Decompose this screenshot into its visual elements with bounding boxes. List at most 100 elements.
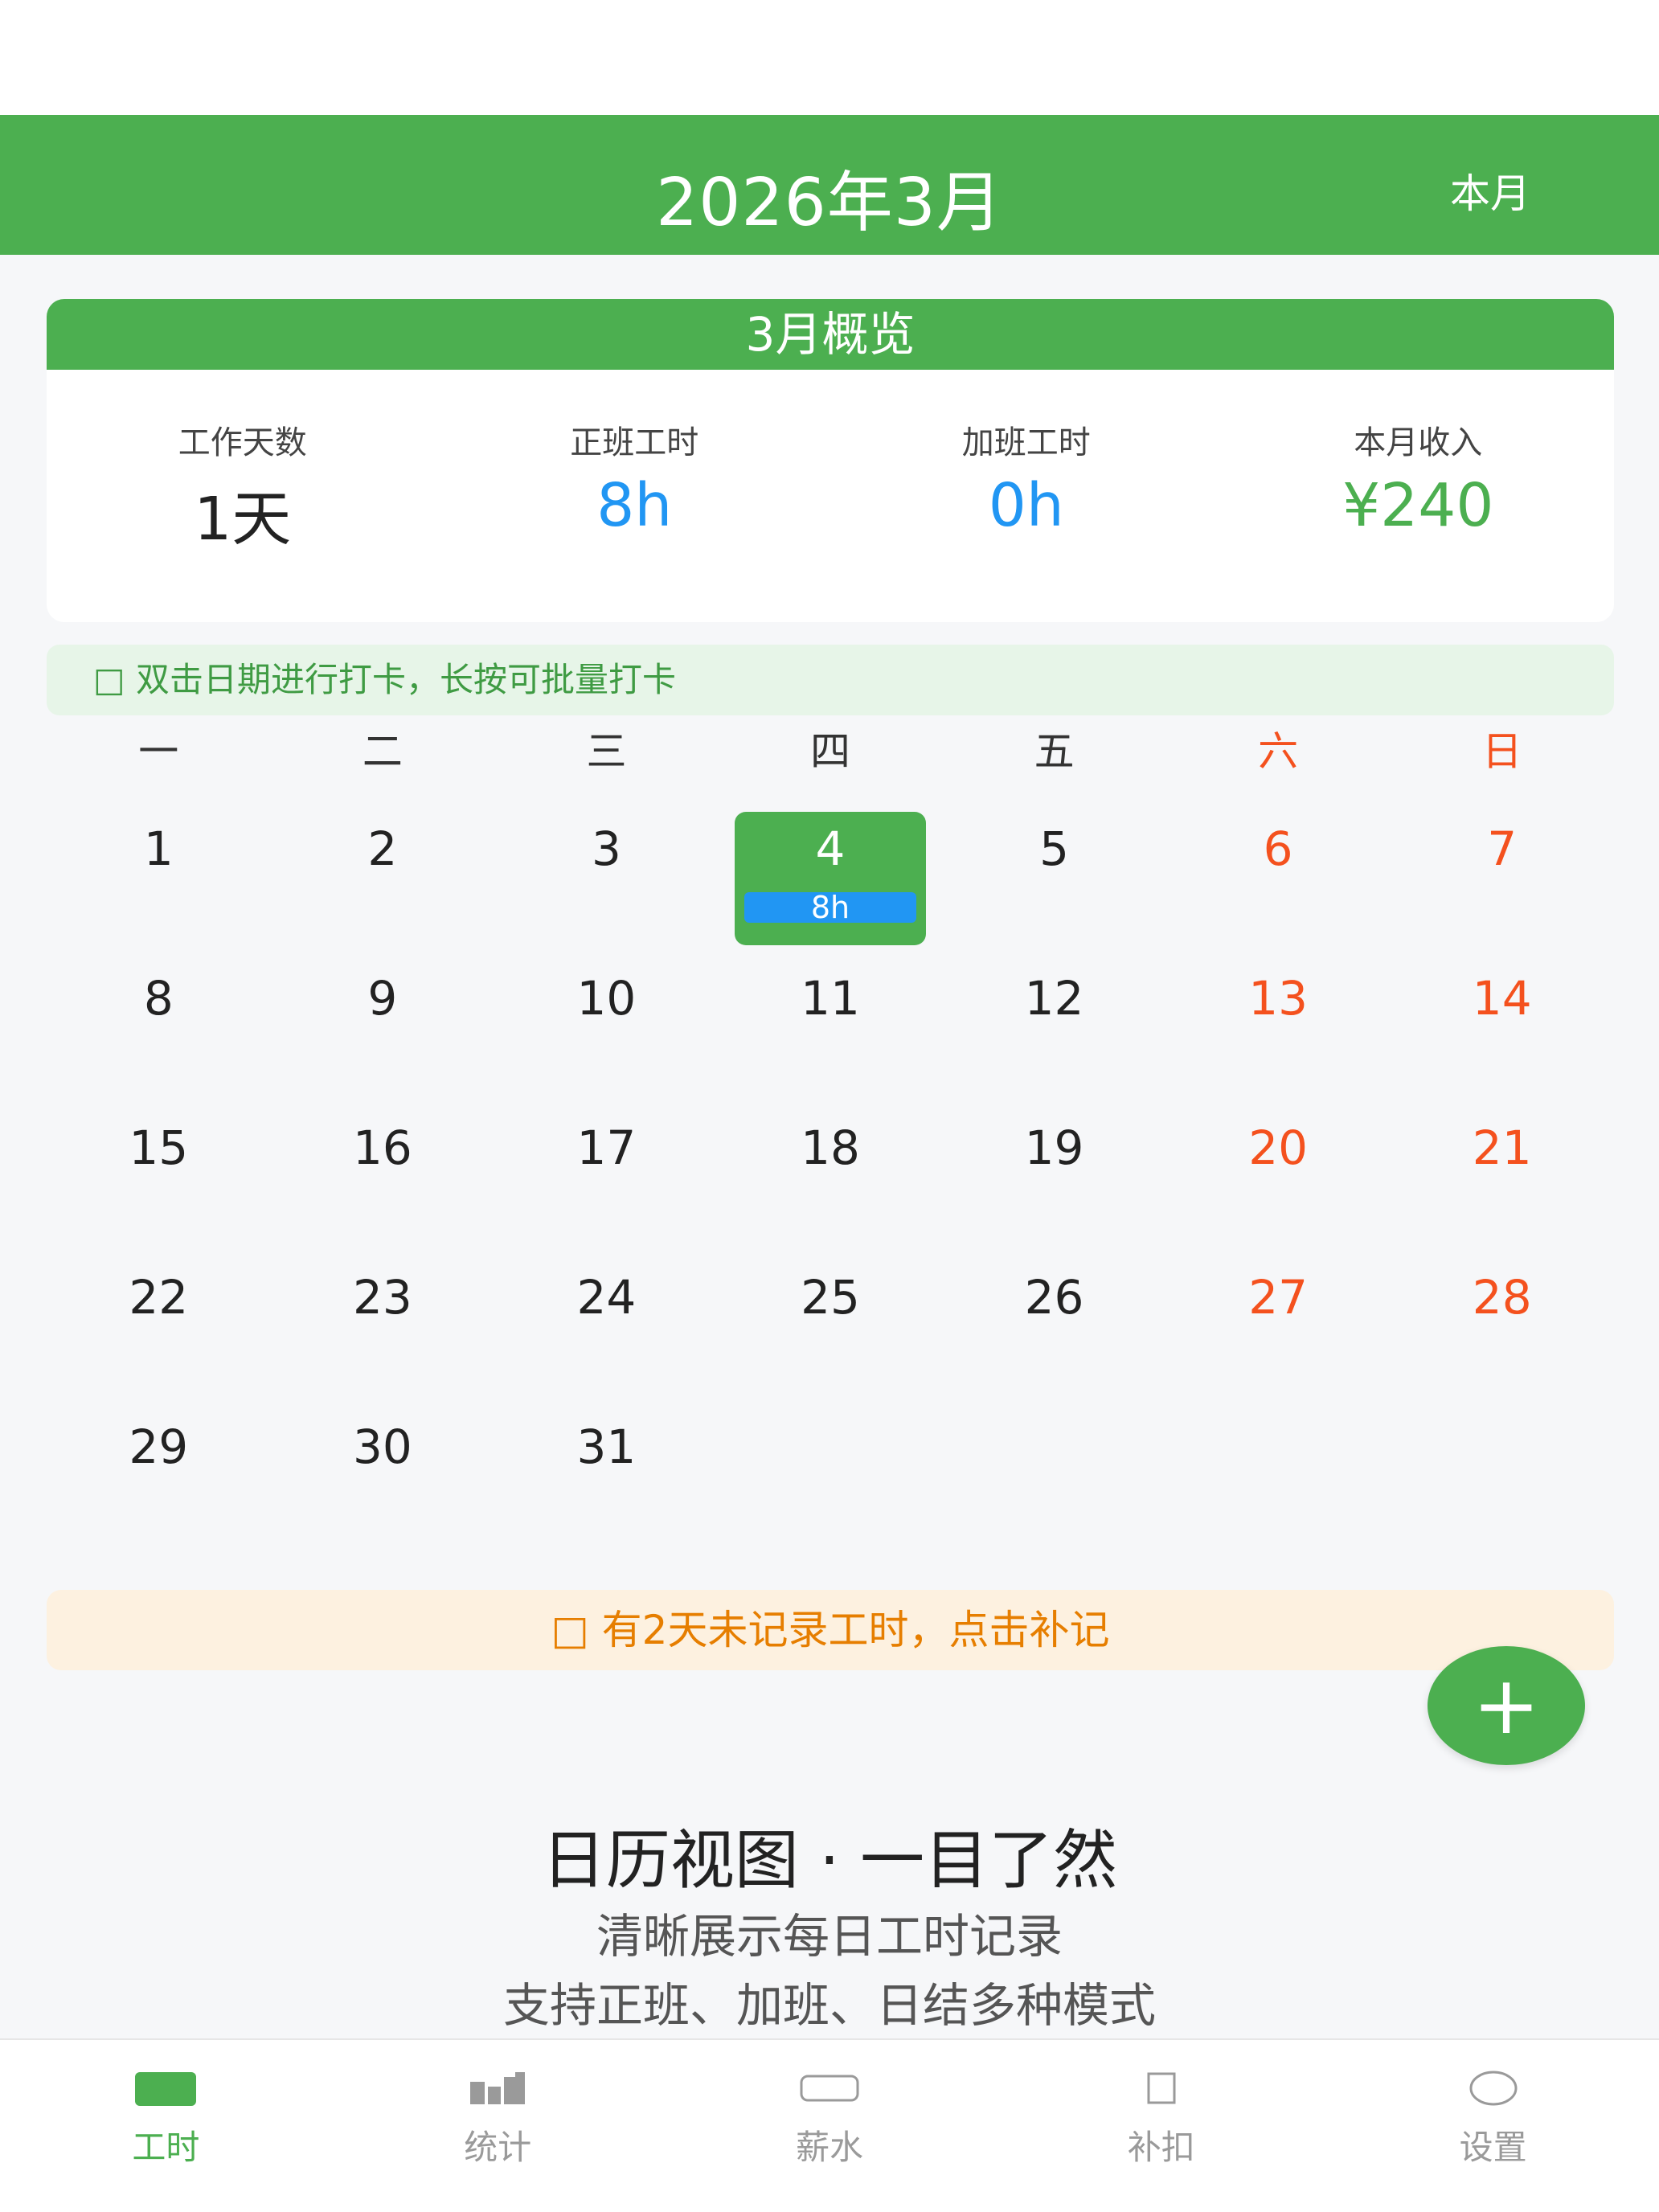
day-number: 18 [801,1120,860,1175]
stat-value: ¥240 [1342,471,1494,540]
weekday-wed: 三 [586,728,627,775]
day-number: 22 [129,1270,189,1325]
missing-hours-tip[interactable]: □ 有2天未记录工时，点击补记 [47,1590,1614,1670]
weekday-tue: 二 [362,728,403,775]
day-number: 2 [367,821,398,876]
day-hours-badge: 8h [743,892,917,923]
status-bar [0,0,1659,115]
day-number: 28 [1472,1270,1532,1325]
day-number: 12 [1024,971,1084,1026]
promo-title: 日历视图 · 一目了然 [541,1823,1118,1898]
calendar-day[interactable]: 29 [47,1402,271,1551]
weekday-sat: 六 [1258,728,1299,775]
calendar-day[interactable]: 17 [494,1103,719,1252]
calendar-day[interactable]: 28 [1390,1252,1614,1402]
calendar-day[interactable]: 12 [942,953,1166,1103]
stat-value: 1天 [194,485,292,554]
weekday-sun: 日 [1481,728,1522,775]
calendar-day[interactable]: 2 [271,804,495,953]
day-number: 17 [576,1120,637,1175]
stat-regular-hours: 正班工时 8h [439,370,831,622]
calendar-day[interactable]: 3 [494,804,719,953]
stat-value: 8h [596,471,673,540]
day-number: 11 [801,971,860,1026]
day-number: 5 [1039,821,1070,876]
overview-stats: 工作天数 1天 正班工时 8h 加班工时 0h 本月收入 ¥240 [47,370,1614,622]
day-number: 4 [815,821,846,876]
tab-label: 补扣 [1127,2128,1195,2167]
calendar-day[interactable]: 1 [47,804,271,953]
calendar-day[interactable]: 18 [719,1103,943,1252]
tab-work-hours[interactable]: 工时 [0,2040,332,2212]
calendar-day[interactable]: 11 [719,953,943,1103]
day-number: 20 [1248,1120,1309,1175]
day-number: 21 [1472,1120,1532,1175]
tab-label: 设置 [1459,2128,1527,2167]
calendar-day[interactable]: 20 [1166,1103,1391,1252]
overview-title: 3月概览 [47,299,1614,370]
calendar-day[interactable]: 26 [942,1252,1166,1402]
promo-subtitle-2: 支持正班、加班、日结多种模式 [502,1978,1156,2033]
bottom-tab-bar: 工时 统计 薪水 补扣 设置 [0,2038,1659,2212]
calendar-day[interactable]: 7 [1390,804,1614,953]
calendar-day[interactable]: 10 [494,953,719,1103]
stat-overtime-hours: 加班工时 0h [830,370,1223,622]
calendar-grid: 1 2 3 4 8h 5 6 7 8 9 10 11 12 13 14 15 16 17 18 19 20 21 22 23 2… [47,804,1614,1551]
calendar-day[interactable]: 4 8h [719,804,943,953]
day-number: 10 [576,971,637,1026]
calendar-day[interactable]: 30 [271,1402,495,1551]
weekday-fri: 五 [1034,728,1075,775]
calendar-day[interactable]: 5 [942,804,1166,953]
day-number: 3 [591,821,621,876]
calendar-day[interactable]: 14 [1390,953,1614,1103]
day-number: 29 [129,1419,189,1474]
stat-label: 加班工时 [961,424,1091,461]
calendar-day[interactable]: 9 [271,953,495,1103]
day-number: 9 [367,971,398,1026]
day-number: 16 [352,1120,412,1175]
stat-label: 正班工时 [570,424,699,461]
stat-label: 本月收入 [1354,424,1483,461]
calendar-day[interactable]: 24 [494,1252,719,1402]
calendar-day[interactable]: 31 [494,1402,719,1551]
adjust-icon [995,2064,1327,2112]
stat-work-days: 工作天数 1天 [47,370,439,622]
day-number: 8 [143,971,174,1026]
day-number: 14 [1472,971,1532,1026]
tab-label: 薪水 [795,2128,863,2167]
calendar-day[interactable]: 21 [1390,1103,1614,1252]
tab-salary[interactable]: 薪水 [664,2040,996,2212]
tab-label: 工时 [132,2128,200,2167]
checkin-tip: □ 双击日期进行打卡，长按可批量打卡 [47,645,1614,715]
calendar-day[interactable]: 22 [47,1252,271,1402]
month-title[interactable]: 2026年3月 [0,149,1659,244]
current-month-button[interactable]: 本月 [1450,162,1530,219]
tab-settings[interactable]: 设置 [1327,2040,1659,2212]
tab-stats[interactable]: 统计 [332,2040,664,2212]
tab-label: 统计 [464,2128,532,2167]
day-number: 19 [1024,1120,1084,1175]
day-number: 31 [576,1419,637,1474]
calendar-day[interactable]: 13 [1166,953,1391,1103]
calendar-day[interactable]: 19 [942,1103,1166,1252]
calendar-day[interactable]: 8 [47,953,271,1103]
calendar-day[interactable]: 15 [47,1103,271,1252]
promo-subtitle-1: 清晰展示每日工时记录 [596,1909,1063,1964]
day-number: 26 [1024,1270,1084,1325]
calendar-day[interactable]: 6 [1166,804,1391,953]
app-header: 2026年3月 本月 [0,115,1659,255]
work-hours-icon [0,2064,332,2112]
calendar-day[interactable]: 25 [719,1252,943,1402]
day-number: 6 [1263,821,1293,876]
tab-adjust[interactable]: 补扣 [995,2040,1327,2212]
calendar-day[interactable]: 23 [271,1252,495,1402]
calendar-day[interactable]: 27 [1166,1252,1391,1402]
salary-icon [664,2064,996,2112]
day-number: 24 [576,1270,637,1325]
day-number: 25 [801,1270,860,1325]
weekday-mon: 一 [138,728,179,775]
calendar-day[interactable]: 16 [271,1103,495,1252]
day-number: 23 [352,1270,412,1325]
stat-label: 工作天数 [178,424,307,461]
add-record-button[interactable]: + [1428,1646,1585,1765]
